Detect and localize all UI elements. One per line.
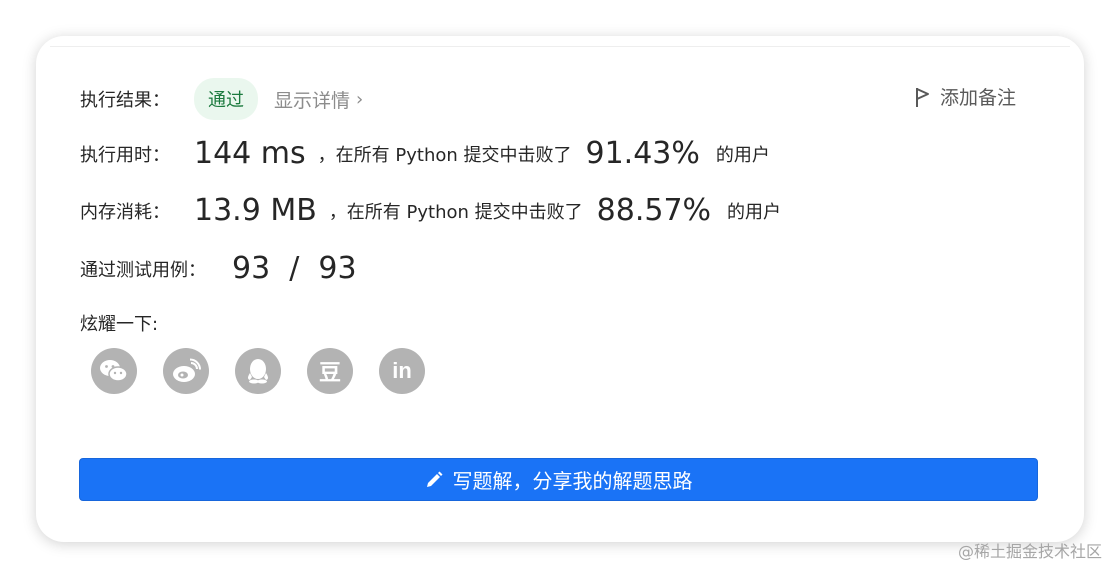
- submission-result-card: 执行结果： 通过 显示详情 › 添加备注 执行用时： 144 ms ，在所有 P…: [36, 36, 1084, 542]
- memory-label: 内存消耗：: [80, 201, 170, 223]
- add-note-label: 添加备注: [939, 87, 1016, 109]
- runtime-label: 执行用时：: [80, 144, 170, 166]
- memory-row: 内存消耗： 13.9 MB ，在所有 Python 提交中击败了 88.57% …: [80, 193, 781, 228]
- watermark: @稀土掘金技术社区: [957, 542, 1102, 561]
- pencil-icon: [426, 471, 442, 487]
- share-icons: 豆 in: [91, 348, 451, 394]
- result-row: 执行结果： 通过 显示详情 ›: [80, 78, 363, 120]
- memory-suffix: 的用户: [727, 201, 782, 223]
- qq-icon[interactable]: [235, 348, 281, 394]
- share-label: 炫耀一下:: [80, 314, 159, 335]
- tests-row: 通过测试用例： 93 / 93: [80, 251, 357, 286]
- linkedin-icon[interactable]: in: [379, 348, 425, 394]
- write-solution-label: 写题解，分享我的解题思路: [452, 469, 693, 493]
- weibo-icon[interactable]: [163, 348, 209, 394]
- memory-value: 13.9 MB: [194, 193, 317, 228]
- douban-icon[interactable]: 豆: [307, 348, 353, 394]
- write-solution-button[interactable]: 写题解，分享我的解题思路: [79, 458, 1038, 501]
- linkedin-text: in: [392, 358, 412, 383]
- memory-sentence: ，在所有 Python 提交中击败了: [328, 201, 583, 223]
- douban-text: 豆: [318, 360, 341, 385]
- result-label: 执行结果：: [80, 90, 170, 111]
- runtime-value: 144 ms: [194, 136, 306, 171]
- add-note-button[interactable]: 添加备注: [914, 83, 1016, 110]
- runtime-percent: 91.43%: [585, 136, 700, 171]
- memory-percent: 88.57%: [596, 193, 712, 228]
- chevron-right-icon: ›: [356, 88, 364, 110]
- show-details-link[interactable]: 显示详情 ›: [274, 86, 363, 113]
- tests-label: 通过测试用例：: [80, 259, 206, 281]
- tests-value: 93 / 93: [232, 251, 357, 286]
- runtime-sentence: ，在所有 Python 提交中击败了: [317, 144, 572, 166]
- share-row: 炫耀一下:: [80, 310, 158, 336]
- runtime-suffix: 的用户: [715, 144, 770, 166]
- status-badge: 通过: [194, 78, 258, 120]
- runtime-row: 执行用时： 144 ms ，在所有 Python 提交中击败了 91.43% 的…: [80, 136, 770, 171]
- wechat-icon[interactable]: [91, 348, 137, 394]
- show-details-label: 显示详情: [274, 89, 351, 112]
- flag-icon: [915, 87, 929, 107]
